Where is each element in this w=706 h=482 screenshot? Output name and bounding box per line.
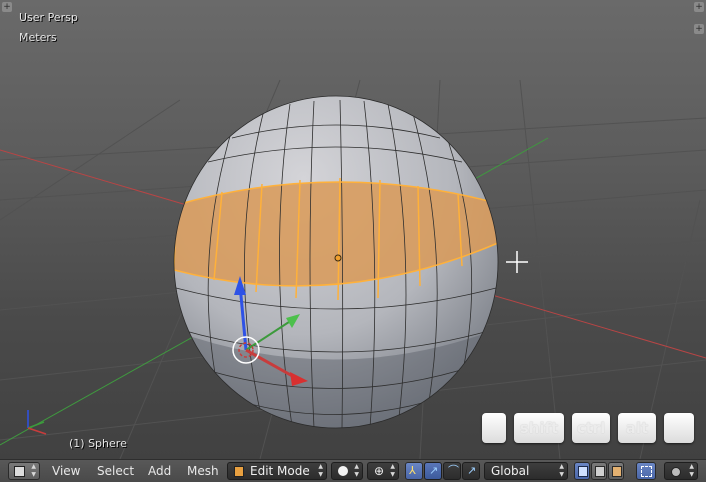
mesh-center-dot (334, 254, 342, 262)
chevron-updown-icon: ▲ ▼ (559, 463, 564, 478)
chevron-updown-icon: ▲ ▼ (31, 463, 36, 478)
scale-icon: ↗ (467, 464, 477, 477)
face-select-mode-button[interactable] (608, 462, 624, 480)
rotate-icon: ⌒ (448, 464, 459, 477)
key-alt: alt (618, 413, 656, 443)
manipulator-icon: ⅄ (409, 464, 416, 477)
chevron-updown-icon: ▲ ▼ (390, 463, 395, 478)
limit-selection-visible-button[interactable] (636, 462, 656, 480)
chevron-updown-icon: ▲ ▼ (354, 463, 359, 478)
viewport-scene[interactable] (0, 0, 706, 459)
axis-orientation-gizmo (27, 410, 47, 435)
menu-select[interactable]: Select (97, 462, 134, 480)
rotate-manipulator-button[interactable]: ⌒ (443, 462, 461, 480)
vertex-select-icon (578, 466, 588, 477)
pivot-icon: ⊕ (374, 464, 385, 478)
pivot-point-selector[interactable]: ⊕ ▲ ▼ (367, 462, 399, 480)
menu-mesh[interactable]: Mesh (187, 462, 219, 480)
units-label: Meters (19, 31, 57, 44)
chevron-updown-icon: ▲ ▼ (318, 463, 323, 478)
sphere-icon (338, 466, 348, 476)
viewport-corner-left-plus-icon[interactable]: + (2, 2, 12, 12)
proportional-icon (671, 467, 681, 477)
edge-select-icon (595, 466, 605, 477)
translate-manipulator-button[interactable]: ↗ (424, 462, 442, 480)
orientation-label: Global (491, 464, 530, 478)
mouse-cursor-icon (506, 251, 528, 273)
face-select-icon (612, 466, 622, 477)
view-name-label: User Persp (19, 11, 78, 24)
limit-selection-icon (641, 466, 652, 477)
manipulator-toggle[interactable]: ⅄ (405, 462, 423, 480)
viewport-shading-selector[interactable]: ▲ ▼ (331, 462, 363, 480)
transform-orientation-selector[interactable]: Global ▲ ▼ (484, 462, 568, 480)
mode-label: Edit Mode (250, 464, 310, 478)
3d-viewport[interactable]: User Persp Meters (1) Sphere + + + shift… (0, 0, 706, 459)
menu-add[interactable]: Add (148, 462, 171, 480)
viewport-corner-right-plus-icon[interactable]: + (694, 2, 704, 12)
sphere-mesh[interactable] (172, 95, 500, 440)
key-blank-left (482, 413, 506, 443)
proportional-editing-selector[interactable]: ▲ ▼ (664, 462, 698, 480)
viewport-corner-right-lower-plus-icon[interactable]: + (694, 24, 704, 34)
translate-arrow-icon: ↗ (429, 464, 439, 477)
cube-icon (14, 466, 25, 477)
mode-selector[interactable]: Edit Mode ▲ ▼ (227, 462, 327, 480)
edge-select-mode-button[interactable] (591, 462, 607, 480)
viewport-header: ▲ ▼ View Select Add Mesh Edit Mode ▲ ▼ ▲ ▼ … (0, 459, 706, 482)
key-shift: shift (514, 413, 564, 443)
vertex-select-mode-button[interactable] (574, 462, 590, 480)
scale-manipulator-button[interactable]: ↗ (462, 462, 480, 480)
key-ctrl: ctrl (572, 413, 610, 443)
active-object-label: (1) Sphere (69, 437, 127, 450)
chevron-updown-icon: ▲ ▼ (689, 463, 694, 478)
menu-view[interactable]: View (52, 462, 80, 480)
edit-mode-icon (234, 466, 244, 477)
editor-type-button[interactable]: ▲ ▼ (8, 462, 40, 480)
key-blank-right (664, 413, 694, 443)
